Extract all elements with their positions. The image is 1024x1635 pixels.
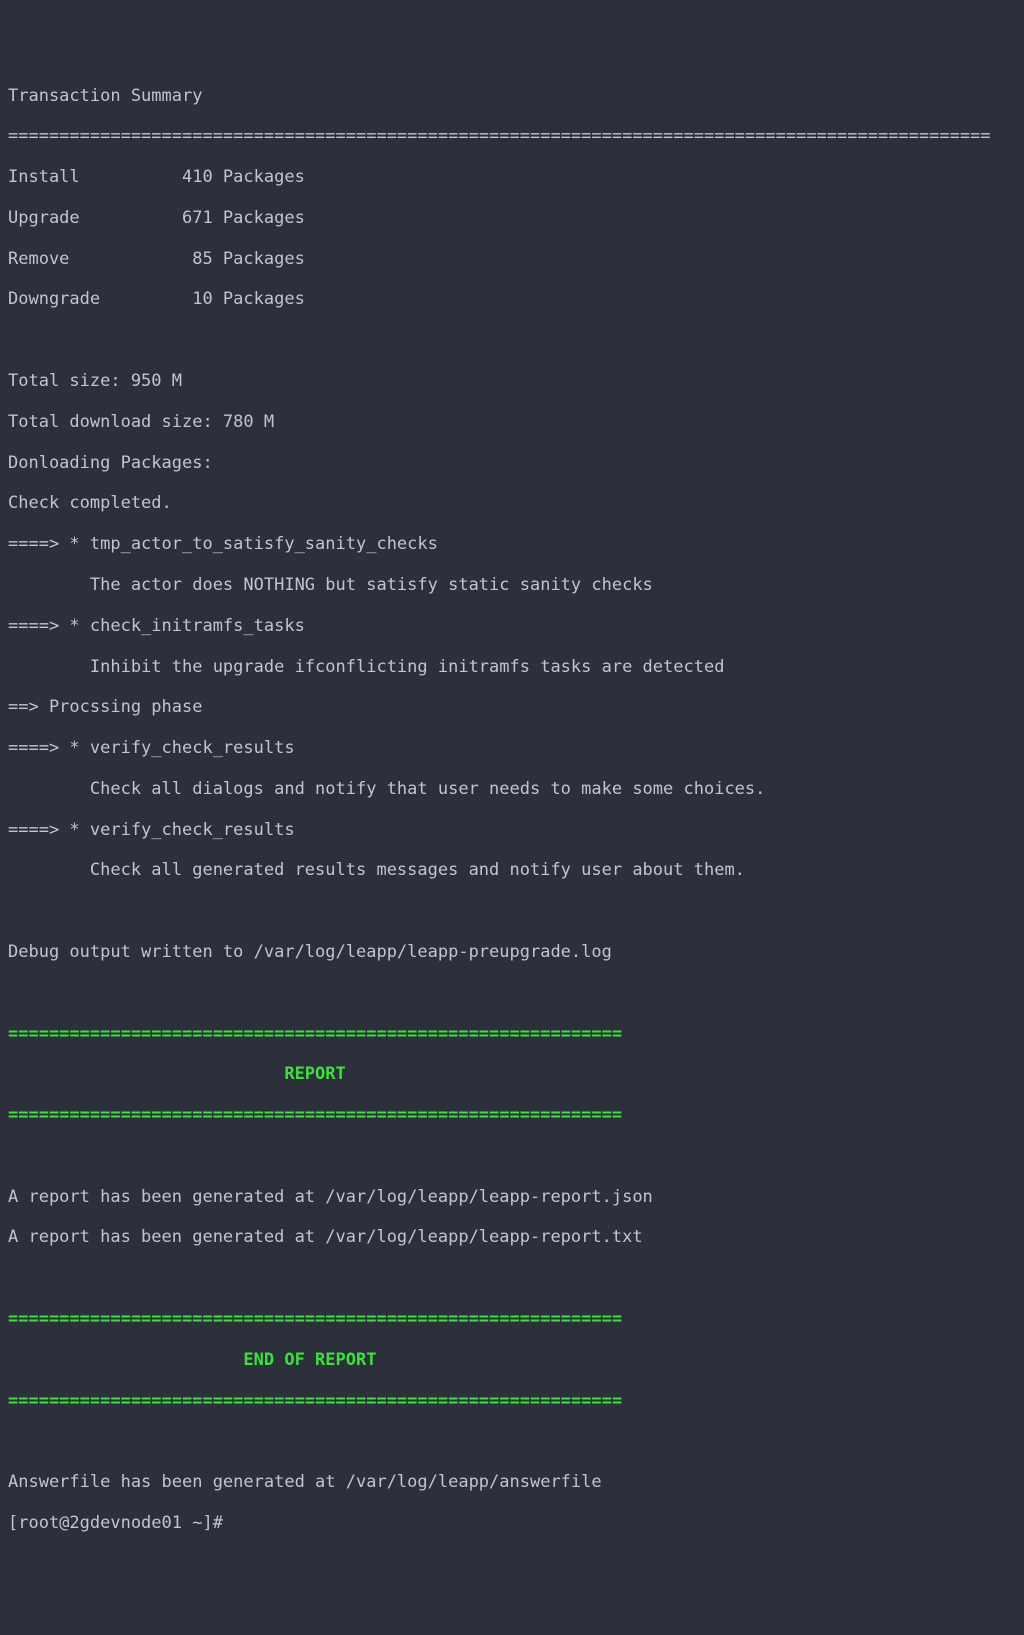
actor-3-head: ====> * verify_check_results [8, 738, 1016, 758]
blank-line [8, 1268, 1016, 1288]
total-size-line: Total size: 950 M [8, 371, 1016, 391]
remove-line: Remove 85 Packages [8, 249, 1016, 269]
install-line: Install 410 Packages [8, 167, 1016, 187]
end-report-divider-bottom: ========================================… [8, 1391, 1016, 1411]
prompt-text: [root@2gdevnode01 ~]# [8, 1513, 223, 1533]
actor-4-desc: Check all generated results messages and… [8, 860, 1016, 880]
processing-phase-line: ==> Procssing phase [8, 697, 1016, 717]
debug-output-line: Debug output written to /var/log/leapp/l… [8, 942, 1016, 962]
check-completed-line: Check completed. [8, 493, 1016, 513]
blank-line [8, 1146, 1016, 1166]
blank-line [8, 901, 1016, 921]
actor-3-desc: Check all dialogs and notify that user n… [8, 779, 1016, 799]
end-report-title: END OF REPORT [8, 1350, 1016, 1370]
transaction-summary-title: Transaction Summary [8, 86, 1016, 106]
blank-line [8, 983, 1016, 1003]
downgrade-line: Downgrade 10 Packages [8, 289, 1016, 309]
report-title: REPORT [8, 1064, 1016, 1084]
report-divider-top: ========================================… [8, 1024, 1016, 1044]
prompt-line: [root@2gdevnode01 ~]# [8, 1513, 1016, 1533]
answerfile-line: Answerfile has been generated at /var/lo… [8, 1472, 1016, 1492]
blank-line [8, 1431, 1016, 1451]
terminal-input[interactable] [223, 1513, 623, 1533]
blank-line [8, 330, 1016, 350]
actor-1-head: ====> * tmp_actor_to_satisfy_sanity_chec… [8, 534, 1016, 554]
report-divider-mid: ========================================… [8, 1105, 1016, 1125]
actor-2-desc: Inhibit the upgrade ifconflicting initra… [8, 657, 1016, 677]
report-txt-line: A report has been generated at /var/log/… [8, 1227, 1016, 1247]
divider-top: ========================================… [8, 126, 1016, 146]
downloading-line: Donloading Packages: [8, 453, 1016, 473]
upgrade-line: Upgrade 671 Packages [8, 208, 1016, 228]
end-report-divider-top: ========================================… [8, 1309, 1016, 1329]
report-json-line: A report has been generated at /var/log/… [8, 1187, 1016, 1207]
actor-1-desc: The actor does NOTHING but satisfy stati… [8, 575, 1016, 595]
actor-2-head: ====> * check_initramfs_tasks [8, 616, 1016, 636]
total-download-line: Total download size: 780 M [8, 412, 1016, 432]
